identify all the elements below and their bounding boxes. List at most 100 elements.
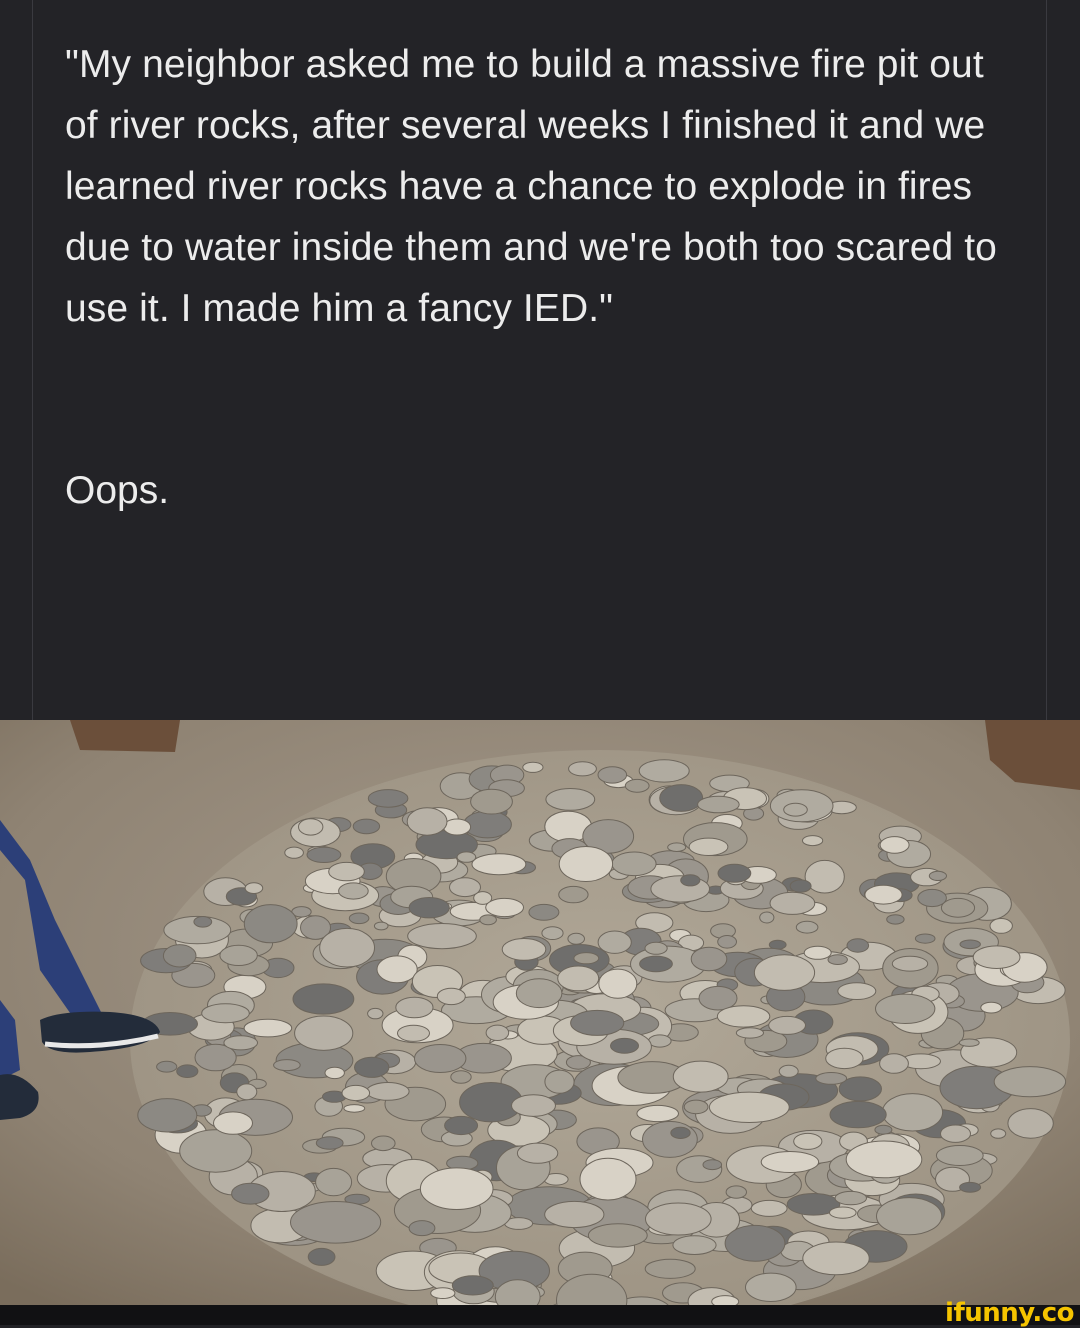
river-rock xyxy=(928,870,948,881)
river-rock xyxy=(373,921,389,931)
river-rock xyxy=(430,1287,456,1299)
river-rock xyxy=(940,1124,971,1143)
river-rock xyxy=(711,1295,740,1305)
river-rock xyxy=(980,1001,1003,1014)
river-rock xyxy=(717,935,737,949)
river-rock xyxy=(516,1142,559,1164)
river-rock xyxy=(352,818,381,835)
river-rock xyxy=(231,1182,270,1205)
river-rock xyxy=(690,946,728,972)
river-rock xyxy=(725,1185,747,1199)
river-rock xyxy=(789,879,812,893)
river-rock xyxy=(501,938,547,961)
river-rock xyxy=(338,882,369,900)
river-rock xyxy=(989,918,1013,934)
river-rock xyxy=(367,789,409,808)
river-rock xyxy=(879,836,910,854)
river-rock xyxy=(802,835,824,847)
river-rock xyxy=(223,1035,258,1051)
river-rock xyxy=(557,965,600,992)
river-rock xyxy=(829,1100,887,1129)
river-rock xyxy=(463,810,512,839)
fire-pit-photo xyxy=(0,720,1080,1305)
tree-trunk-left xyxy=(70,720,180,752)
river-rock xyxy=(450,1070,472,1084)
river-rock xyxy=(672,1235,717,1255)
river-rock xyxy=(645,1202,712,1236)
river-rock xyxy=(837,982,877,1001)
footer-bar xyxy=(0,1305,1080,1325)
river-rock xyxy=(940,897,976,918)
river-rock xyxy=(570,1009,625,1036)
river-rock xyxy=(760,1151,820,1173)
river-rock xyxy=(688,837,729,857)
river-rock xyxy=(371,1135,396,1152)
river-rock xyxy=(610,1037,639,1054)
river-rock xyxy=(243,904,298,944)
river-rock xyxy=(395,996,434,1019)
rock-scene xyxy=(0,720,1080,1305)
river-rock xyxy=(990,1128,1007,1139)
river-rock xyxy=(891,955,929,972)
river-rock xyxy=(341,1084,371,1102)
river-rock xyxy=(558,885,589,904)
panel-border-right xyxy=(1046,0,1047,720)
river-rock xyxy=(598,968,638,999)
river-rock xyxy=(702,1159,723,1171)
river-rock xyxy=(876,1197,943,1236)
river-rock xyxy=(959,1181,982,1193)
river-rock xyxy=(802,1241,870,1276)
river-rock xyxy=(881,1093,944,1132)
river-rock xyxy=(511,1094,556,1117)
river-rock xyxy=(886,914,905,925)
river-rock xyxy=(845,1140,923,1179)
river-rock xyxy=(864,884,903,905)
river-rock xyxy=(735,1027,765,1039)
river-rock xyxy=(827,954,848,966)
river-rock xyxy=(624,778,650,793)
river-rock xyxy=(485,1024,510,1041)
river-rock xyxy=(156,1060,178,1073)
river-rock xyxy=(597,930,632,954)
river-rock xyxy=(407,923,477,950)
river-rock xyxy=(597,766,628,784)
river-rock xyxy=(406,807,448,836)
river-rock xyxy=(162,944,197,968)
river-rock xyxy=(324,1066,345,1080)
river-rock xyxy=(176,1064,199,1079)
river-rock xyxy=(319,927,376,968)
river-rock xyxy=(470,788,513,815)
post-quote-text: "My neighbor asked me to build a massive… xyxy=(65,43,997,330)
river-rock xyxy=(724,1224,786,1262)
panel-border-left xyxy=(32,0,33,720)
river-rock xyxy=(243,1018,293,1038)
river-rock xyxy=(343,1104,366,1113)
river-rock xyxy=(376,955,418,984)
river-rock xyxy=(672,1060,729,1093)
river-rock xyxy=(219,944,258,966)
river-rock xyxy=(522,761,544,773)
river-rock xyxy=(298,818,324,836)
river-rock xyxy=(768,1015,806,1035)
river-rock xyxy=(759,911,775,924)
river-rock xyxy=(179,1129,253,1173)
river-rock xyxy=(485,897,525,918)
river-rock xyxy=(471,853,527,876)
river-rock xyxy=(328,861,365,882)
river-rock xyxy=(750,1199,788,1217)
river-rock xyxy=(959,939,981,950)
river-rock xyxy=(803,945,832,960)
river-rock xyxy=(795,920,819,934)
river-rock xyxy=(587,1223,648,1248)
river-rock xyxy=(935,1145,984,1166)
river-rock xyxy=(366,1082,410,1101)
river-rock xyxy=(611,851,657,877)
river-rock xyxy=(650,875,711,903)
river-rock xyxy=(397,1024,430,1042)
river-rock xyxy=(354,1056,390,1078)
river-rock xyxy=(1007,1108,1054,1139)
river-rock xyxy=(528,903,560,921)
river-rock xyxy=(753,954,816,991)
river-rock xyxy=(444,1115,479,1136)
river-rock xyxy=(449,877,481,898)
